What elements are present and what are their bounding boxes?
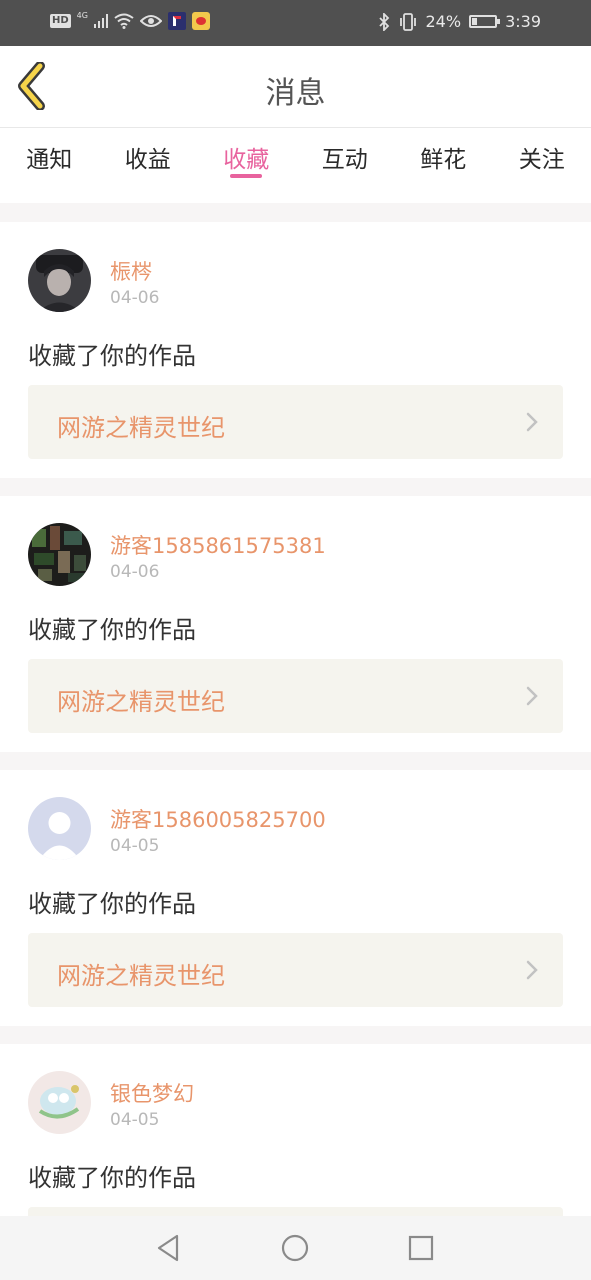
tab-label: 鲜花: [420, 147, 467, 173]
status-bar: HD 4G 24% 3:39: [0, 0, 591, 46]
vibrate-icon: [399, 12, 416, 31]
tab-flowers[interactable]: 鲜花: [394, 128, 493, 203]
tab-label: 关注: [518, 147, 565, 173]
action-text: 收藏了你的作品: [28, 890, 196, 918]
tab-bar: 通知 收益 收藏 互动 鲜花 关注: [0, 128, 591, 203]
signal-icon: [93, 14, 108, 28]
chevron-right-icon: [526, 960, 538, 980]
date: 04-06: [110, 288, 160, 308]
system-nav-bar: [0, 1216, 591, 1280]
status-left: HD 4G: [50, 10, 210, 30]
bluetooth-icon: [378, 12, 389, 31]
username[interactable]: 游客1586005825700: [110, 804, 326, 834]
chevron-right-icon: [526, 686, 538, 706]
weibo-icon: [191, 12, 210, 30]
battery-percent: 24%: [425, 12, 462, 31]
recents-square-icon: [408, 1235, 434, 1261]
battery-icon: [469, 15, 501, 28]
list-item: 游客1586005825700 04-05 收藏了你的作品 网游之精灵世纪: [0, 770, 591, 1026]
wifi-icon: [114, 13, 134, 29]
date: 04-05: [110, 836, 160, 856]
page-title: 消息: [265, 76, 326, 111]
nav-recents-button[interactable]: [405, 1232, 437, 1264]
avatar[interactable]: [28, 249, 91, 312]
header: 消息: [0, 46, 591, 128]
username[interactable]: 游客1585861575381: [110, 530, 326, 560]
work-title: 网游之精灵世纪: [57, 688, 225, 716]
eye-icon: [139, 15, 162, 27]
work-link[interactable]: 网游之精灵世纪: [28, 933, 563, 1007]
tab-earnings[interactable]: 收益: [99, 128, 198, 203]
back-triangle-icon: [157, 1234, 179, 1262]
tab-favorites[interactable]: 收藏: [197, 128, 296, 203]
tab-label: 通知: [26, 147, 73, 173]
network-type: 4G: [76, 10, 88, 20]
nav-home-button[interactable]: [279, 1232, 311, 1264]
username[interactable]: 桭梣: [110, 256, 152, 286]
work-title: 网游之精灵世纪: [57, 414, 225, 442]
avatar[interactable]: [28, 523, 91, 586]
tab-label: 互动: [321, 147, 368, 173]
work-link[interactable]: 网游之精灵世纪: [28, 659, 563, 733]
work-link[interactable]: 网游之精灵世纪: [28, 385, 563, 459]
active-tab-indicator: [230, 174, 263, 178]
hd-badge: HD: [50, 14, 71, 28]
tab-label: 收益: [124, 147, 171, 173]
message-feed: 桭梣 04-06 收藏了你的作品 网游之精灵世纪 游客1585861575381…: [0, 222, 591, 1280]
work-title: 网游之精灵世纪: [57, 962, 225, 990]
username[interactable]: 银色梦幻: [110, 1078, 194, 1108]
app-notification-icon: [167, 12, 186, 30]
screen: HD 4G 24% 3:39 消息 通知 收益 收藏 互动 鲜花 关注 桭梣 0…: [0, 0, 591, 1280]
list-item: 桭梣 04-06 收藏了你的作品 网游之精灵世纪: [0, 222, 591, 478]
date: 04-05: [110, 1110, 160, 1130]
date: 04-06: [110, 562, 160, 582]
status-right: 24% 3:39: [378, 12, 541, 31]
tab-label: 收藏: [223, 147, 270, 173]
avatar[interactable]: [28, 1071, 91, 1134]
tab-notifications[interactable]: 通知: [0, 128, 99, 203]
action-text: 收藏了你的作品: [28, 616, 196, 644]
chevron-right-icon: [526, 412, 538, 432]
action-text: 收藏了你的作品: [28, 1164, 196, 1192]
home-circle-icon: [281, 1234, 309, 1262]
default-user-avatar[interactable]: [28, 797, 91, 860]
tab-interactions[interactable]: 互动: [296, 128, 395, 203]
list-item: 游客1585861575381 04-06 收藏了你的作品 网游之精灵世纪: [0, 496, 591, 752]
clock: 3:39: [505, 12, 541, 31]
nav-back-button[interactable]: [153, 1232, 185, 1264]
tab-follows[interactable]: 关注: [493, 128, 591, 203]
action-text: 收藏了你的作品: [28, 342, 196, 370]
